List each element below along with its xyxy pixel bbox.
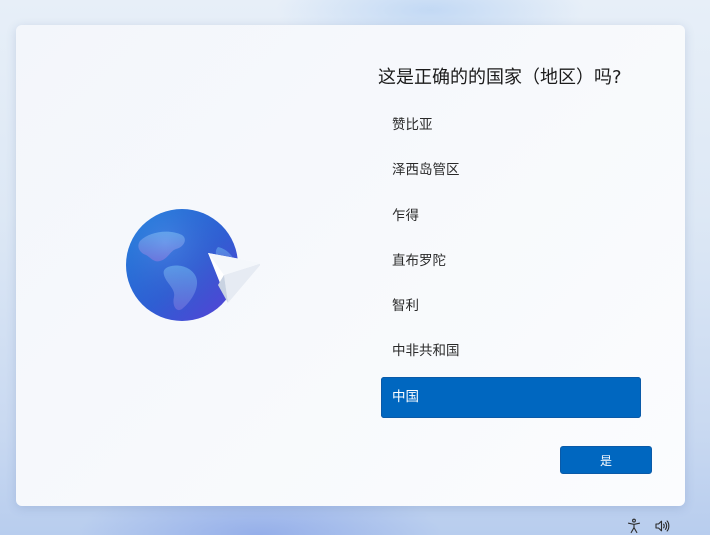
volume-icon[interactable] <box>654 518 670 534</box>
globe-paper-plane-icon <box>120 205 262 325</box>
country-item-gibraltar[interactable]: 直布罗陀 <box>381 241 641 282</box>
setup-card: 这是正确的的国家（地区）吗? 赞比亚 泽西岛管区 乍得 直布罗陀 智利 中非共和… <box>16 25 685 506</box>
page-title: 这是正确的的国家（地区）吗? <box>378 67 622 88</box>
accessibility-icon[interactable] <box>626 518 642 534</box>
country-list[interactable]: 赞比亚 泽西岛管区 乍得 直布罗陀 智利 中非共和国 中国 <box>381 105 641 422</box>
system-tray <box>626 518 670 534</box>
country-item-chile[interactable]: 智利 <box>381 286 641 327</box>
country-item-jersey[interactable]: 泽西岛管区 <box>381 150 641 191</box>
country-item-chad[interactable]: 乍得 <box>381 196 641 237</box>
yes-button[interactable]: 是 <box>560 446 652 474</box>
country-item-china[interactable]: 中国 <box>381 376 641 418</box>
country-item-central-african-republic[interactable]: 中非共和国 <box>381 331 641 372</box>
country-item-zambia[interactable]: 赞比亚 <box>381 105 641 146</box>
